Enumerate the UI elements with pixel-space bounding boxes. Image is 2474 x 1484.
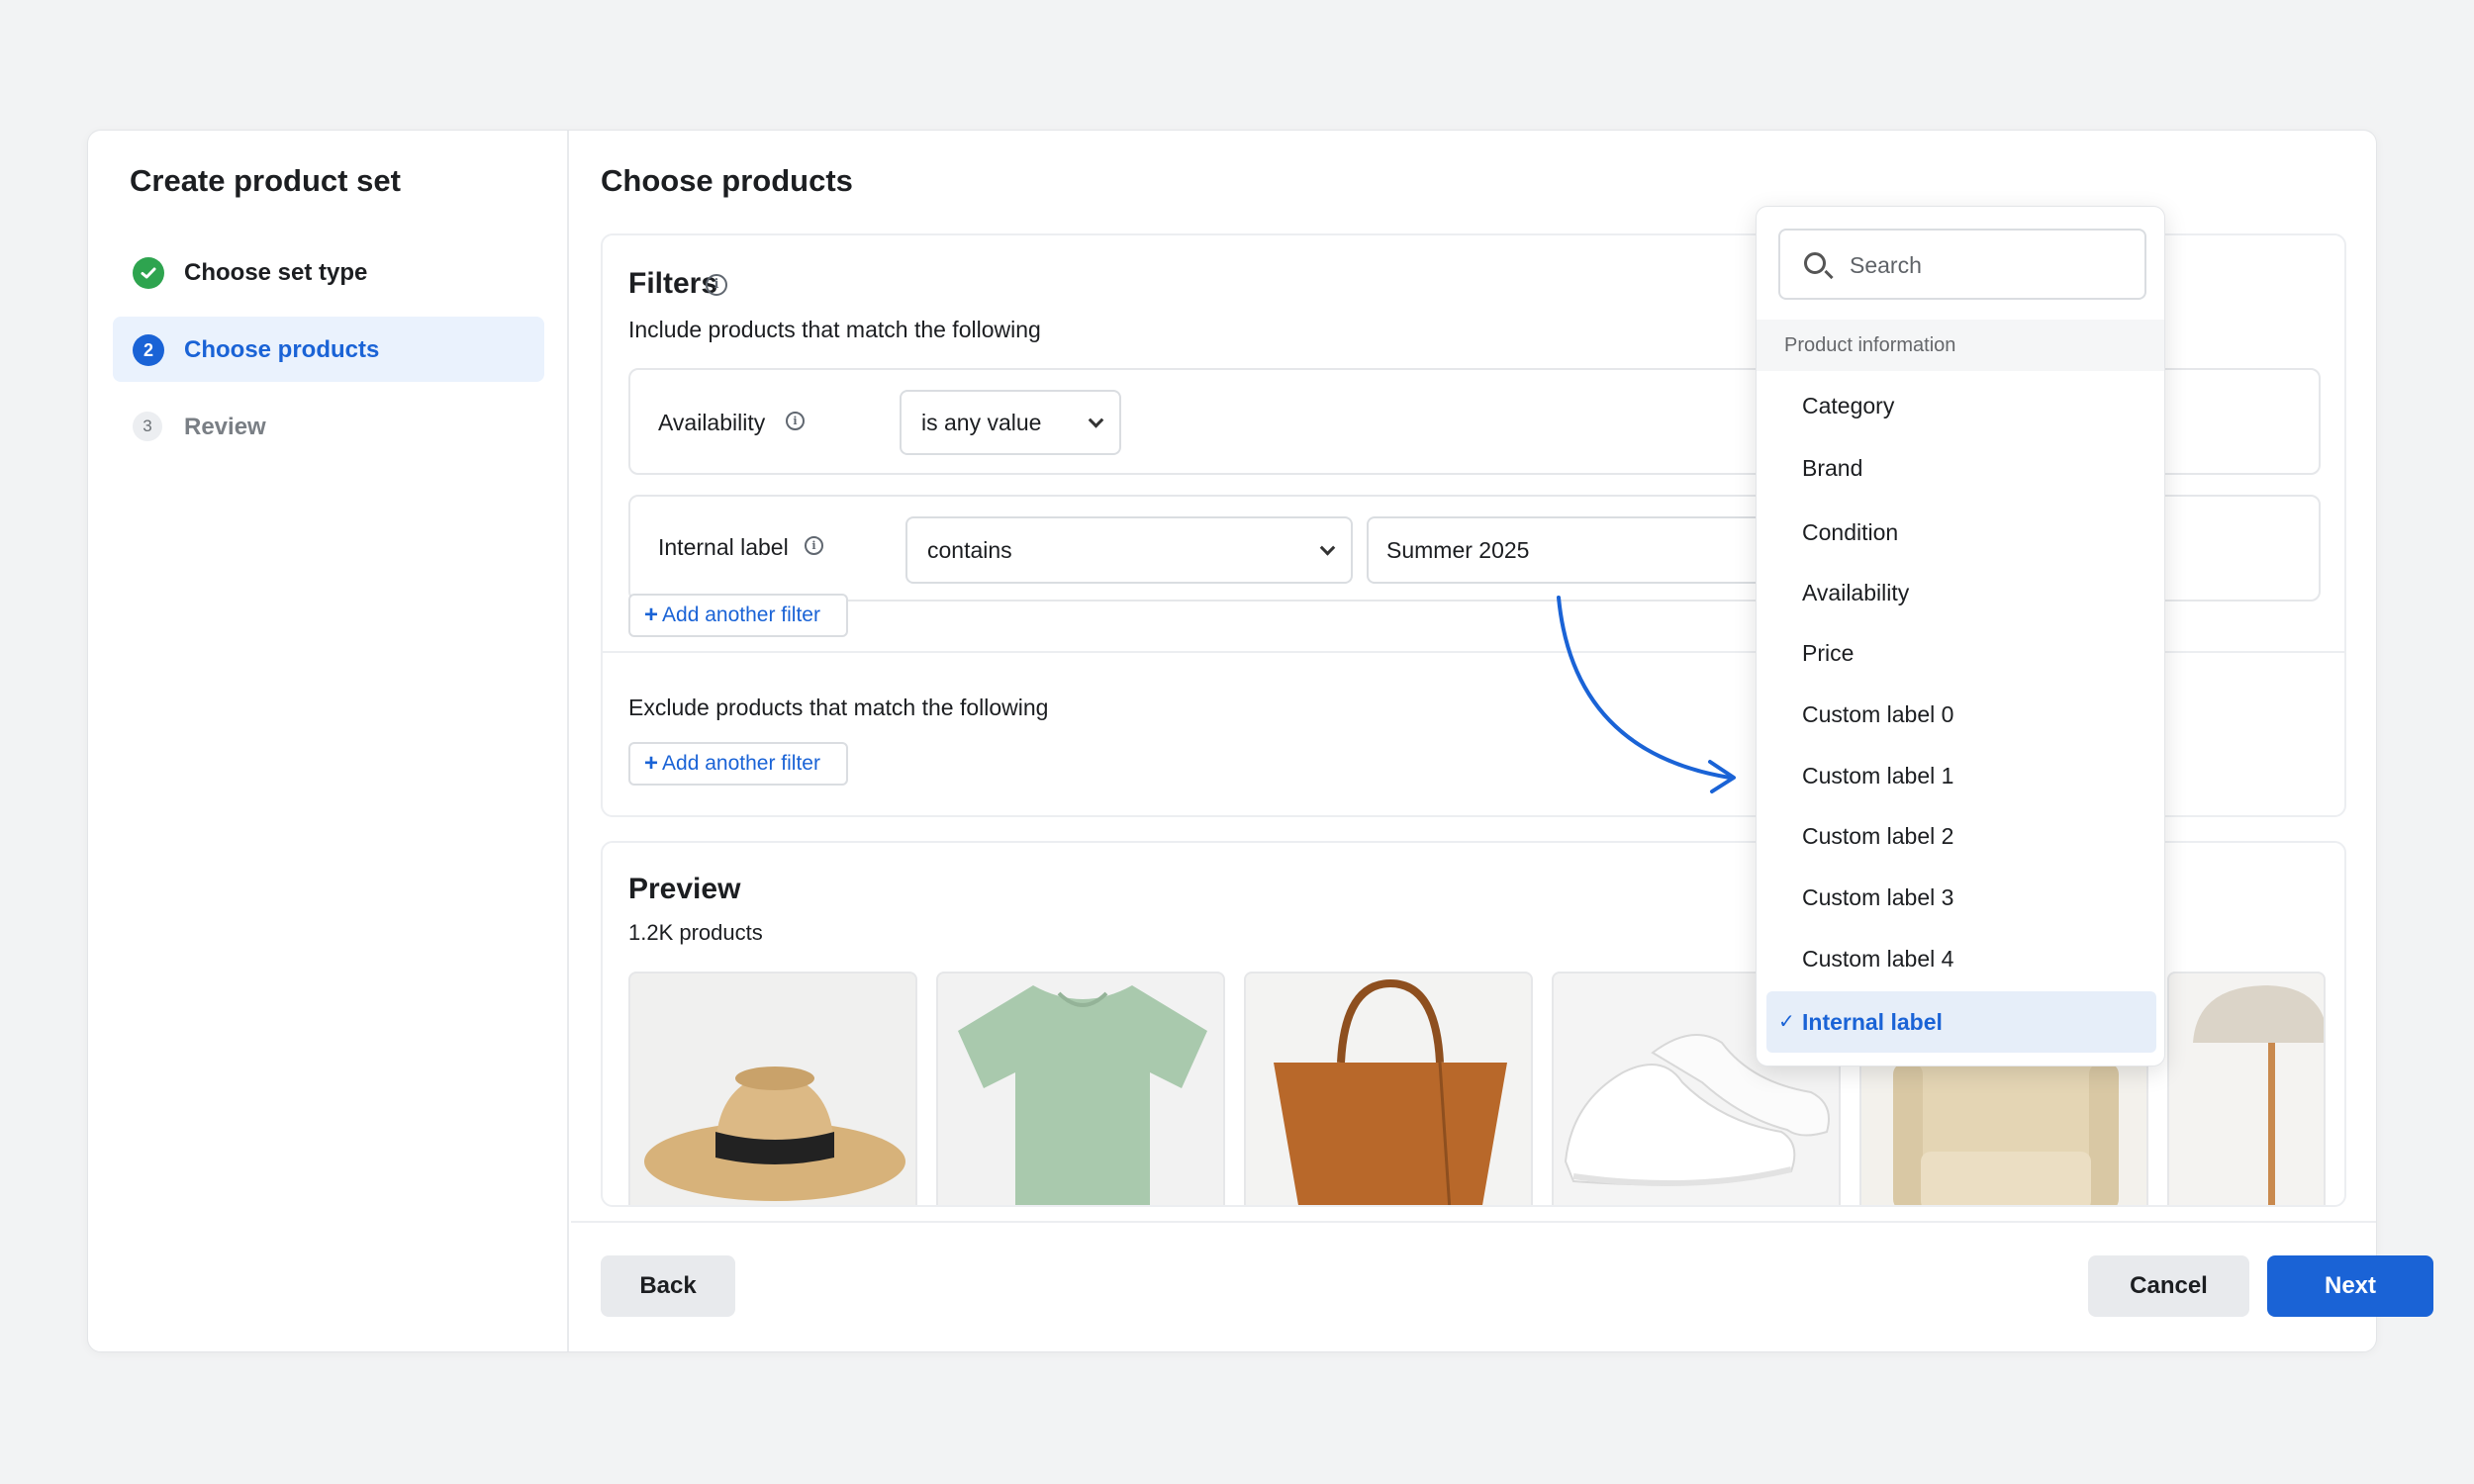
add-filter-label: Add another filter xyxy=(662,603,820,626)
step-choose-set-type[interactable]: Choose set type xyxy=(113,239,544,305)
step-label: Choose set type xyxy=(184,259,368,286)
menu-item-availability[interactable]: Availability xyxy=(1766,564,2156,621)
add-filter-label: Add another filter xyxy=(662,752,820,775)
step-review[interactable]: 3 Review xyxy=(113,394,544,459)
product-thumbnail-tshirt[interactable] xyxy=(936,972,1225,1205)
dialog-title: Create product set xyxy=(130,163,401,198)
product-thumbnail-tote-bag[interactable] xyxy=(1244,972,1533,1205)
step-label: Choose products xyxy=(184,336,380,363)
step-number-badge: 2 xyxy=(133,334,164,366)
info-icon[interactable]: i xyxy=(706,274,727,296)
operator-select[interactable]: is any value xyxy=(900,390,1121,455)
menu-item-label: Internal label xyxy=(1802,1009,1943,1035)
filter-label: Internal label xyxy=(658,534,789,560)
preview-title: Preview xyxy=(628,873,741,905)
field-dropdown-menu: Search Product information Category Bran… xyxy=(1756,206,2165,1067)
exclude-text: Exclude products that match the followin… xyxy=(628,695,1049,720)
search-icon xyxy=(1804,252,1826,274)
step-label: Review xyxy=(184,414,266,440)
search-placeholder: Search xyxy=(1850,252,1922,278)
dropdown-search-input[interactable]: Search xyxy=(1778,229,2146,300)
chevron-down-icon xyxy=(1088,413,1104,428)
menu-item-category[interactable]: Category xyxy=(1766,377,2156,434)
product-count: 1.2K products xyxy=(628,920,763,945)
section-header-product-information: Product information xyxy=(1757,320,2164,371)
next-button[interactable]: Next xyxy=(2267,1255,2433,1317)
plus-icon: + xyxy=(644,750,659,777)
step-number-badge: 3 xyxy=(133,412,162,441)
add-exclude-filter-button[interactable]: + Add another filter xyxy=(628,742,848,786)
stepper-sidebar: Create product set Choose set type 2 Cho… xyxy=(88,131,569,1351)
filter-value-text: Summer 2025 xyxy=(1386,536,1530,563)
operator-value: contains xyxy=(927,536,1012,563)
check-icon: ✓ xyxy=(1778,1011,1795,1033)
menu-item-custom-label-4[interactable]: Custom label 4 xyxy=(1766,930,2156,987)
add-include-filter-button[interactable]: + Add another filter xyxy=(628,594,848,637)
filters-title: Filters xyxy=(628,267,718,300)
menu-item-condition[interactable]: Condition xyxy=(1766,504,2156,561)
filter-label: Availability xyxy=(658,410,766,435)
page-title: Choose products xyxy=(601,163,853,198)
menu-item-custom-label-1[interactable]: Custom label 1 xyxy=(1766,747,2156,804)
check-circle-icon xyxy=(133,257,164,289)
chevron-down-icon xyxy=(1319,540,1336,556)
footer-divider xyxy=(571,1221,2376,1223)
product-thumbnail-hat[interactable] xyxy=(628,972,917,1205)
include-text: Include products that match the followin… xyxy=(628,317,1041,342)
menu-item-internal-label[interactable]: ✓ Internal label xyxy=(1766,991,2156,1053)
plus-icon: + xyxy=(644,602,659,628)
step-choose-products[interactable]: 2 Choose products xyxy=(113,317,544,382)
menu-item-price[interactable]: Price xyxy=(1766,624,2156,682)
operator-value: is any value xyxy=(921,409,1042,435)
back-button[interactable]: Back xyxy=(601,1255,735,1317)
filter-value-input[interactable]: Summer 2025 xyxy=(1367,516,1782,584)
info-icon[interactable]: i xyxy=(805,536,823,555)
product-thumbnail-lamp[interactable] xyxy=(2167,972,2326,1205)
menu-item-brand[interactable]: Brand xyxy=(1766,439,2156,497)
operator-select[interactable]: contains xyxy=(905,516,1353,584)
menu-item-custom-label-2[interactable]: Custom label 2 xyxy=(1766,807,2156,865)
info-icon[interactable]: i xyxy=(786,412,805,430)
menu-item-custom-label-3[interactable]: Custom label 3 xyxy=(1766,869,2156,926)
menu-item-custom-label-0[interactable]: Custom label 0 xyxy=(1766,686,2156,743)
cancel-button[interactable]: Cancel xyxy=(2088,1255,2249,1317)
